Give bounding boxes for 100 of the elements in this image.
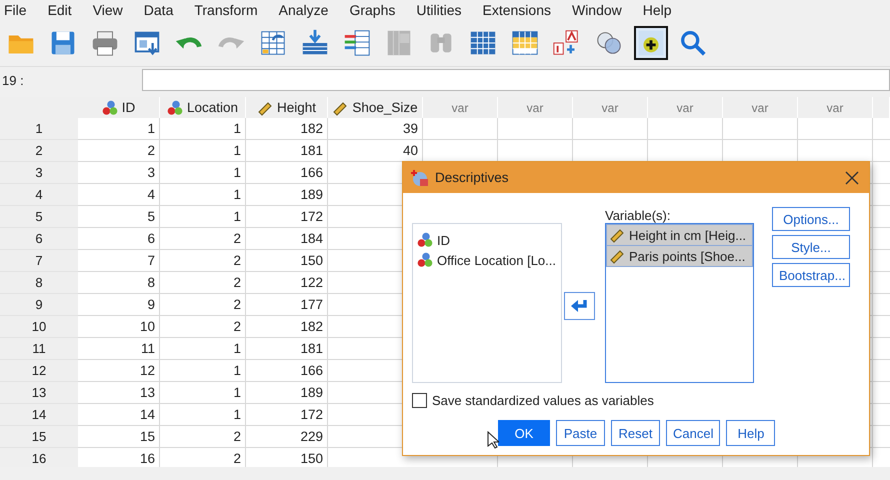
table-cell: 13 — [78, 382, 160, 404]
row-number[interactable]: 8 — [0, 272, 78, 294]
table-cell: 3 — [78, 162, 160, 184]
table-cell: 4 — [78, 184, 160, 206]
table-cell: 2 — [160, 294, 246, 316]
table-cell: 1 — [160, 338, 246, 360]
dialog-title: Descriptives — [435, 170, 510, 185]
table-cell: 1 — [160, 206, 246, 228]
menu-item[interactable]: Edit — [46, 2, 84, 18]
table-cell: 150 — [246, 250, 328, 272]
list-item[interactable]: Paris points [Shoe... — [607, 246, 752, 266]
column-name: var — [526, 100, 544, 114]
table-cell: 16 — [78, 448, 160, 467]
list-item[interactable]: Office Location [Lo... — [415, 250, 559, 270]
menu-item[interactable]: Extensions — [480, 2, 563, 18]
selected-variable-list[interactable]: Height in cm [Heig... Paris points [Shoe... — [605, 223, 754, 383]
row-number[interactable]: 9 — [0, 294, 78, 316]
table-cell: 229 — [246, 426, 328, 448]
table-cell: 181 — [246, 140, 328, 162]
table-cell: 182 — [246, 118, 328, 140]
row-number[interactable]: 6 — [0, 228, 78, 250]
row-number[interactable]: 11 — [0, 338, 78, 360]
menu-item[interactable]: Utilities — [414, 2, 474, 18]
table-cell: 5 — [78, 206, 160, 228]
table-cell: 181 — [246, 338, 328, 360]
menu-item[interactable]: Graphs — [347, 2, 408, 18]
row-number[interactable]: 12 — [0, 360, 78, 382]
table-cell: 184 — [246, 228, 328, 250]
table-cell: 2 — [160, 272, 246, 294]
list-item[interactable]: ID — [415, 230, 559, 250]
column-name: var — [676, 100, 694, 114]
table-cell: 189 — [246, 382, 328, 404]
table-cell: 177 — [246, 294, 328, 316]
source-variable-list[interactable]: ID Office Location [Lo... — [412, 223, 562, 383]
list-item[interactable]: Height in cm [Heig... — [607, 225, 752, 245]
cell-reference: 19 : — [1, 72, 25, 88]
list-label: Variable(s): — [605, 208, 672, 223]
column-name: ID — [122, 100, 136, 115]
table-cell: 1 — [160, 382, 246, 404]
column-name: var — [752, 100, 768, 114]
table-cell: 1 — [160, 140, 246, 162]
column-name: var — [826, 100, 844, 114]
table-cell: 2 — [160, 426, 246, 448]
row-number[interactable]: 14 — [0, 404, 78, 426]
dialog-button[interactable]: Help — [726, 420, 776, 446]
table-cell: 172 — [246, 206, 328, 228]
dialog-button[interactable]: Paste — [556, 420, 605, 446]
row-number[interactable]: 4 — [0, 184, 78, 206]
table-cell: 14 — [78, 404, 160, 426]
table-cell: 1 — [160, 118, 246, 140]
column-name: var — [452, 100, 468, 114]
table-cell: 1 — [160, 404, 246, 426]
checkbox-label: Save standardized values as variables — [432, 393, 654, 408]
column-name: var — [602, 100, 618, 114]
table-cell: 172 — [246, 404, 328, 426]
table-cell: 39 — [328, 118, 423, 140]
table-cell: 2 — [78, 140, 160, 162]
menu-item[interactable]: File — [2, 2, 39, 18]
table-cell: 122 — [246, 272, 328, 294]
table-cell: 1 — [160, 162, 246, 184]
row-number[interactable]: 16 — [0, 448, 78, 467]
menu-item[interactable]: Window — [570, 2, 634, 18]
table-cell: 1 — [78, 118, 160, 140]
table-cell: 9 — [78, 294, 160, 316]
column-name: Shoe_Size — [352, 100, 418, 115]
table-cell: 1 — [160, 184, 246, 206]
table-cell: 182 — [246, 316, 328, 338]
table-cell: 150 — [246, 448, 328, 467]
row-number[interactable]: 13 — [0, 382, 78, 404]
row-number[interactable]: 7 — [0, 250, 78, 272]
menu-item[interactable]: Help — [640, 2, 684, 18]
table-cell: 2 — [160, 448, 246, 467]
column-name: Height — [276, 100, 316, 115]
table-cell: 189 — [246, 184, 328, 206]
row-number[interactable]: 10 — [0, 316, 78, 338]
row-number[interactable]: 2 — [0, 140, 78, 162]
row-number[interactable]: 15 — [0, 426, 78, 448]
menu-item[interactable]: Transform — [192, 2, 270, 18]
dialog-button[interactable]: Options... — [772, 207, 850, 231]
table-cell: 12 — [78, 360, 160, 382]
table-cell: 6 — [78, 228, 160, 250]
dialog-button[interactable]: Cancel — [666, 420, 720, 446]
table-cell: 1 — [160, 360, 246, 382]
dialog-button[interactable]: Bootstrap... — [772, 263, 850, 287]
column-name: Location — [186, 100, 238, 115]
row-number[interactable]: 5 — [0, 206, 78, 228]
table-cell: 2 — [160, 316, 246, 338]
table-cell: 166 — [246, 162, 328, 184]
table-cell: 2 — [160, 228, 246, 250]
dialog-button[interactable]: Reset — [611, 420, 660, 446]
table-cell: 2 — [160, 250, 246, 272]
table-cell: 15 — [78, 426, 160, 448]
dialog-button[interactable]: OK — [498, 420, 550, 446]
table-cell: 8 — [78, 272, 160, 294]
row-number[interactable]: 3 — [0, 162, 78, 184]
menu-item[interactable]: Data — [142, 2, 186, 18]
menu-item[interactable]: View — [90, 2, 135, 18]
dialog-button[interactable]: Style... — [772, 235, 850, 259]
menu-item[interactable]: Analyze — [276, 2, 340, 18]
row-number[interactable]: 1 — [0, 118, 78, 140]
